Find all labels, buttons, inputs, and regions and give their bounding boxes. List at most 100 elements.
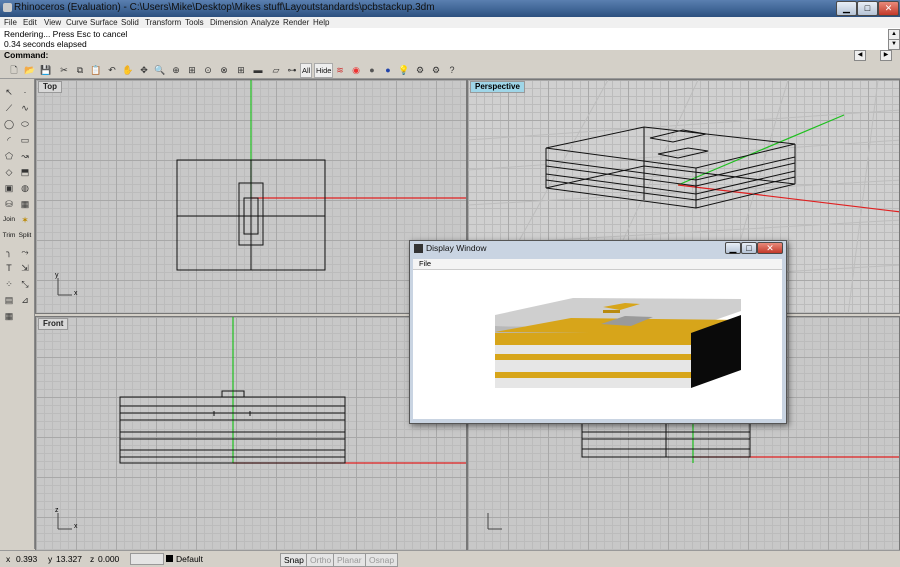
planar-toggle[interactable]: Planar [333,553,366,567]
lock-icon[interactable]: ⊶ [284,62,300,78]
coord-x-value: 0.393 [16,554,38,564]
menu-tools[interactable]: Tools [185,17,204,28]
circle-icon[interactable]: ◯ [2,117,16,131]
layer-color-swatch[interactable] [166,555,173,562]
polygon-icon[interactable]: ⬠ [2,149,16,163]
viewport-top-title[interactable]: Top [38,81,63,93]
zoom-all-icon[interactable]: ⊗ [216,62,232,78]
main-left-toolbar: ↖ · ⟋ ∿ ◯ ⬭ ◜ ▭ ⬠ ↝ ◇ ⬒ ▣ ◍ ⛁ ▦ Join ✶ T… [0,79,35,549]
open-file-icon[interactable]: 📂 [22,62,38,78]
axis-label-x: x [74,290,78,297]
sphere-icon[interactable]: ◍ [18,181,32,195]
show-all-button[interactable]: All [300,63,313,78]
paste-icon[interactable]: 📋 [88,62,104,78]
zoom-selected-icon[interactable]: ⊙ [200,62,216,78]
ortho-toggle[interactable]: Ortho [306,553,336,567]
cut-icon[interactable]: ✂ [56,62,72,78]
menu-render[interactable]: Render [283,17,309,28]
axis-label-x: x [74,523,78,530]
menu-dimension[interactable]: Dimension [210,17,248,28]
rhino-app-icon[interactable] [3,3,12,12]
minimize-button[interactable]: ▁ [836,1,857,16]
join-button[interactable]: Join [1,213,17,227]
dimension-icon[interactable]: ⇲ [18,261,32,275]
display-maximize-button[interactable]: □ [741,242,757,254]
display-menu-bar: File [413,259,782,270]
text-icon[interactable]: T [2,261,16,275]
display-close-button[interactable]: ✕ [757,242,783,254]
explode-icon[interactable]: ✶ [18,213,32,227]
copy-icon[interactable]: ⧉ [72,62,88,78]
current-layer[interactable]: Default [176,553,203,565]
grid-icon[interactable]: ▦ [2,309,16,323]
display-minimize-button[interactable]: ▁ [725,242,741,254]
command-line[interactable]: Command: ◀ ▶ [0,50,900,61]
menu-file[interactable]: File [4,17,17,28]
menu-transform[interactable]: Transform [145,17,181,28]
viewport-perspective-title[interactable]: Perspective [470,81,525,93]
arc-icon[interactable]: ◜ [2,133,16,147]
close-button[interactable]: ✕ [878,1,899,16]
zoom-extents-icon[interactable]: ⊞ [184,62,200,78]
menu-view[interactable]: View [44,17,61,28]
four-viewports-icon[interactable]: ⊞ [233,62,249,78]
axis-label-z: z [55,507,59,514]
offset-icon[interactable]: ⤳ [18,245,32,259]
maximize-button[interactable]: □ [857,1,878,16]
analyze-icon[interactable]: ⊿ [18,293,32,307]
mesh-icon[interactable]: ▦ [18,197,32,211]
viewport-front[interactable]: Front z x [35,316,467,551]
array-icon[interactable]: ⁘ [2,277,16,291]
command-right-icon[interactable]: ▶ [880,50,892,61]
snap-toggle[interactable]: Snap [280,553,308,567]
group-icon[interactable]: ▤ [2,293,16,307]
menu-analyze[interactable]: Analyze [251,17,279,28]
hide-button[interactable]: Hide [314,63,334,78]
help-icon[interactable]: ? [444,62,460,78]
split-button[interactable]: Split [17,229,33,243]
command-left-icon[interactable]: ◀ [854,50,866,61]
properties-icon[interactable]: ⚙ [428,62,444,78]
light-icon[interactable]: 💡 [396,62,412,78]
rectangle-icon[interactable]: ▭ [18,133,32,147]
menu-edit[interactable]: Edit [23,17,37,28]
select-arrow-icon[interactable]: ↖ [2,85,16,99]
display-menu-file[interactable]: File [419,259,431,269]
trim-button[interactable]: Trim [1,229,17,243]
curve-icon[interactable]: ∿ [18,101,32,115]
menu-curve[interactable]: Curve [66,17,87,28]
menu-help[interactable]: Help [313,17,329,28]
color-wheel-icon[interactable]: ◉ [348,62,364,78]
viewport-top[interactable]: Top y x [35,79,467,314]
cylinder-icon[interactable]: ⛁ [2,197,16,211]
material-sphere-icon[interactable]: ● [380,62,396,78]
move-icon[interactable]: ✥ [136,62,152,78]
select-icon[interactable]: ▱ [268,62,284,78]
display-window[interactable]: Display Window ▁ □ ✕ File [409,240,787,424]
ellipse-icon[interactable]: ⬭ [18,117,32,131]
fillet-icon[interactable]: ╮ [2,245,16,259]
car-icon[interactable]: ▬ [250,62,266,78]
menu-solid[interactable]: Solid [121,17,139,28]
layers-icon[interactable]: ≋ [332,62,348,78]
point-icon[interactable]: · [18,85,32,99]
osnap-toggle[interactable]: Osnap [365,553,399,567]
free-curve-icon[interactable]: ↝ [18,149,32,163]
polyline-icon[interactable]: ⟋ [2,101,16,115]
surface-icon[interactable]: ◇ [2,165,16,179]
viewport-front-title[interactable]: Front [38,318,69,330]
box-icon[interactable]: ▣ [2,181,16,195]
options-icon[interactable]: ⚙ [412,62,428,78]
render-sphere-icon[interactable]: ● [364,62,380,78]
save-icon[interactable]: 💾 [38,62,54,78]
scroll-down-icon[interactable]: ▼ [888,39,900,50]
pan-hand-icon[interactable]: ✋ [120,62,136,78]
transform-icon[interactable]: ⤡ [18,277,32,291]
coord-y-label: y [48,554,53,564]
new-file-icon[interactable]: 🗋 [6,62,22,78]
zoom-icon[interactable]: 🔍 [152,62,168,78]
zoom-window-icon[interactable]: ⊕ [168,62,184,78]
extrude-icon[interactable]: ⬒ [18,165,32,179]
menu-surface[interactable]: Surface [90,17,118,28]
undo-icon[interactable]: ↶ [104,62,120,78]
